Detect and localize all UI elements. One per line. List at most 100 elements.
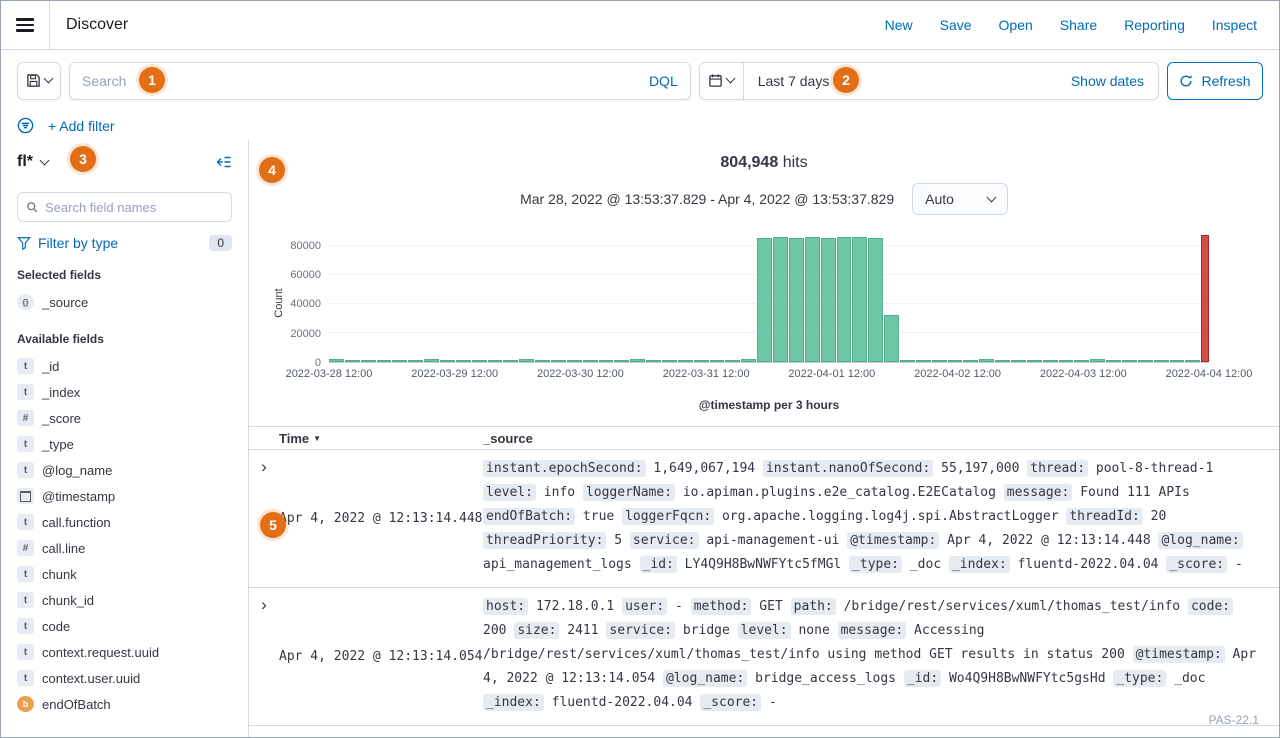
nav-link-new[interactable]: New — [885, 17, 913, 33]
histogram-bar[interactable] — [805, 237, 820, 362]
nav-link-share[interactable]: Share — [1060, 17, 1097, 33]
histogram-bar[interactable] — [1011, 360, 1026, 362]
histogram-bar[interactable] — [630, 359, 645, 362]
histogram-bar[interactable] — [821, 238, 836, 362]
histogram-bar[interactable] — [440, 360, 455, 362]
hamburger-menu-button[interactable] — [1, 1, 50, 49]
histogram-bar[interactable] — [1043, 360, 1058, 362]
filter-by-type-button[interactable]: Filter by type 0 — [17, 235, 232, 251]
time-range-value[interactable]: Last 7 days — [744, 73, 844, 89]
histogram-bar[interactable] — [884, 315, 899, 362]
histogram-bar[interactable] — [361, 360, 376, 362]
histogram-bars — [329, 231, 1209, 362]
histogram-bar[interactable] — [900, 360, 915, 362]
histogram-bar[interactable] — [773, 237, 788, 362]
histogram-bar[interactable] — [725, 360, 740, 362]
histogram-bar[interactable] — [329, 359, 344, 362]
boolean-field-icon: b — [17, 696, 34, 712]
histogram-bar[interactable] — [837, 237, 852, 362]
histogram-bar[interactable] — [995, 360, 1010, 362]
calendar-button[interactable] — [700, 63, 744, 99]
histogram-bar[interactable] — [948, 360, 963, 362]
field-name: _type — [42, 437, 74, 452]
field-item-call.line[interactable]: #call.line — [17, 535, 232, 561]
field-item-chunk_id[interactable]: tchunk_id — [17, 587, 232, 613]
histogram-bar[interactable] — [757, 238, 772, 362]
refresh-button[interactable]: Refresh — [1167, 62, 1263, 100]
nav-link-reporting[interactable]: Reporting — [1124, 17, 1185, 33]
histogram-bar[interactable] — [599, 360, 614, 362]
nav-link-open[interactable]: Open — [999, 17, 1033, 33]
histogram-bar[interactable] — [408, 360, 423, 362]
field-item-@timestamp[interactable]: @timestamp — [17, 483, 232, 509]
histogram-bar[interactable] — [392, 360, 407, 362]
histogram-bar[interactable] — [535, 360, 550, 362]
histogram-bar[interactable] — [583, 360, 598, 362]
field-item-endOfBatch[interactable]: bendOfBatch — [17, 691, 232, 717]
field-item-_score[interactable]: #_score — [17, 405, 232, 431]
histogram-bar[interactable] — [1059, 360, 1074, 362]
histogram-bar[interactable] — [377, 360, 392, 362]
field-search-input[interactable] — [45, 200, 223, 215]
histogram-bar[interactable] — [503, 360, 518, 362]
table-row: ›Apr 4, 2022 @ 12:13:14.448instant.epoch… — [249, 450, 1279, 588]
histogram-bar[interactable] — [1122, 360, 1137, 362]
histogram-bar[interactable] — [567, 360, 582, 362]
field-item-_index[interactable]: t_index — [17, 379, 232, 405]
histogram-bar[interactable] — [488, 360, 503, 362]
field-item-_type[interactable]: t_type — [17, 431, 232, 457]
histogram-bar[interactable] — [678, 360, 693, 362]
time-column-header[interactable]: Time ▼ — [279, 431, 483, 446]
histogram-bar[interactable] — [710, 360, 725, 362]
histogram-bar[interactable] — [1154, 360, 1169, 362]
chart-plot-area[interactable] — [329, 231, 1209, 363]
histogram-bar[interactable] — [1027, 360, 1042, 362]
nav-link-inspect[interactable]: Inspect — [1212, 17, 1257, 33]
histogram-bar[interactable] — [424, 359, 439, 362]
saved-query-button[interactable] — [17, 62, 61, 100]
histogram-bar[interactable] — [852, 237, 867, 362]
interval-select[interactable]: Auto — [912, 183, 1008, 215]
histogram-bar[interactable] — [932, 360, 947, 362]
histogram-bar[interactable] — [1185, 360, 1200, 362]
histogram-bar[interactable] — [519, 359, 534, 362]
field-item-code[interactable]: tcode — [17, 613, 232, 639]
histogram-bar[interactable] — [1170, 360, 1185, 362]
histogram-bar[interactable] — [963, 360, 978, 362]
add-filter-link[interactable]: + Add filter — [48, 118, 115, 134]
histogram-bar[interactable] — [345, 360, 360, 362]
histogram-bar[interactable] — [1074, 360, 1089, 362]
histogram-bar[interactable] — [979, 359, 994, 362]
field-item-_source[interactable]: {}_source — [17, 289, 232, 315]
histogram-bar[interactable] — [456, 360, 471, 362]
histogram-bar[interactable] — [1106, 360, 1121, 362]
show-dates-link[interactable]: Show dates — [1071, 73, 1158, 89]
search-input[interactable] — [82, 73, 639, 89]
histogram-bar[interactable] — [614, 360, 629, 362]
histogram-bar[interactable] — [662, 360, 677, 362]
histogram-bar[interactable] — [472, 360, 487, 362]
query-language-button[interactable]: DQL — [639, 73, 678, 89]
field-item-_id[interactable]: t_id — [17, 353, 232, 379]
nav-link-save[interactable]: Save — [940, 17, 972, 33]
histogram-bar[interactable] — [1138, 360, 1153, 362]
histogram-bar[interactable] — [694, 360, 709, 362]
field-item-call.function[interactable]: tcall.function — [17, 509, 232, 535]
histogram-bar[interactable] — [1090, 359, 1105, 362]
index-pattern-selector[interactable]: fl* — [17, 153, 33, 171]
collapse-sidebar-button[interactable] — [216, 154, 232, 170]
field-item-@log_name[interactable]: t@log_name — [17, 457, 232, 483]
histogram-bar[interactable] — [551, 360, 566, 362]
field-item-context.user.uuid[interactable]: tcontext.user.uuid — [17, 665, 232, 691]
field-key-chip: thread: — [1027, 460, 1088, 477]
histogram-bar[interactable] — [646, 360, 661, 362]
field-item-chunk[interactable]: tchunk — [17, 561, 232, 587]
filter-circle-icon[interactable] — [17, 117, 34, 134]
expand-row-icon[interactable]: › — [261, 595, 267, 715]
histogram-bar[interactable] — [789, 238, 804, 362]
histogram-bar[interactable] — [916, 360, 931, 362]
field-item-context.request.uuid[interactable]: tcontext.request.uuid — [17, 639, 232, 665]
histogram-bar[interactable] — [1201, 235, 1208, 362]
histogram-bar[interactable] — [868, 238, 883, 362]
histogram-bar[interactable] — [741, 359, 756, 362]
